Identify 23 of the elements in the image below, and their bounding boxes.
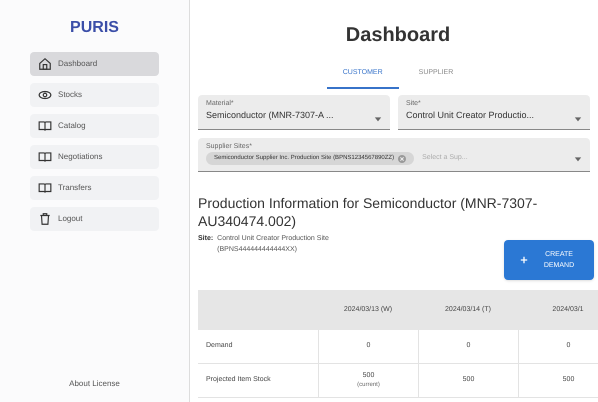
caret-icon xyxy=(574,114,582,122)
nav-item[interactable]: Catalog xyxy=(30,114,159,138)
plus-icon xyxy=(520,256,528,264)
field-value: Semiconductor (MNR-7307-A ... xyxy=(206,109,335,122)
caret-icon xyxy=(374,114,382,122)
nav-item[interactable]: Logout xyxy=(30,207,159,231)
field-value: Control Unit Creator Productio... xyxy=(406,109,536,122)
home-icon xyxy=(38,57,52,71)
book-icon xyxy=(38,119,52,133)
nav-item[interactable]: Dashboard xyxy=(30,52,159,76)
caret-icon xyxy=(574,154,582,162)
close-icon[interactable] xyxy=(398,154,406,162)
logo: PURIS xyxy=(69,18,120,38)
about-license-link[interactable]: About License xyxy=(30,378,159,390)
section-heading: Production Information for Semiconductor (MNR-7307-AU340474.002) xyxy=(198,194,538,230)
trash-icon xyxy=(38,212,52,226)
book-icon xyxy=(38,150,52,164)
nav-item[interactable]: Transfers xyxy=(30,176,159,200)
nav-item[interactable]: Stocks xyxy=(30,83,159,107)
eye-icon xyxy=(38,88,52,102)
book-icon xyxy=(38,181,52,195)
page-title: Dashboard xyxy=(344,23,452,48)
nav-item[interactable]: Negotiations xyxy=(30,145,159,169)
